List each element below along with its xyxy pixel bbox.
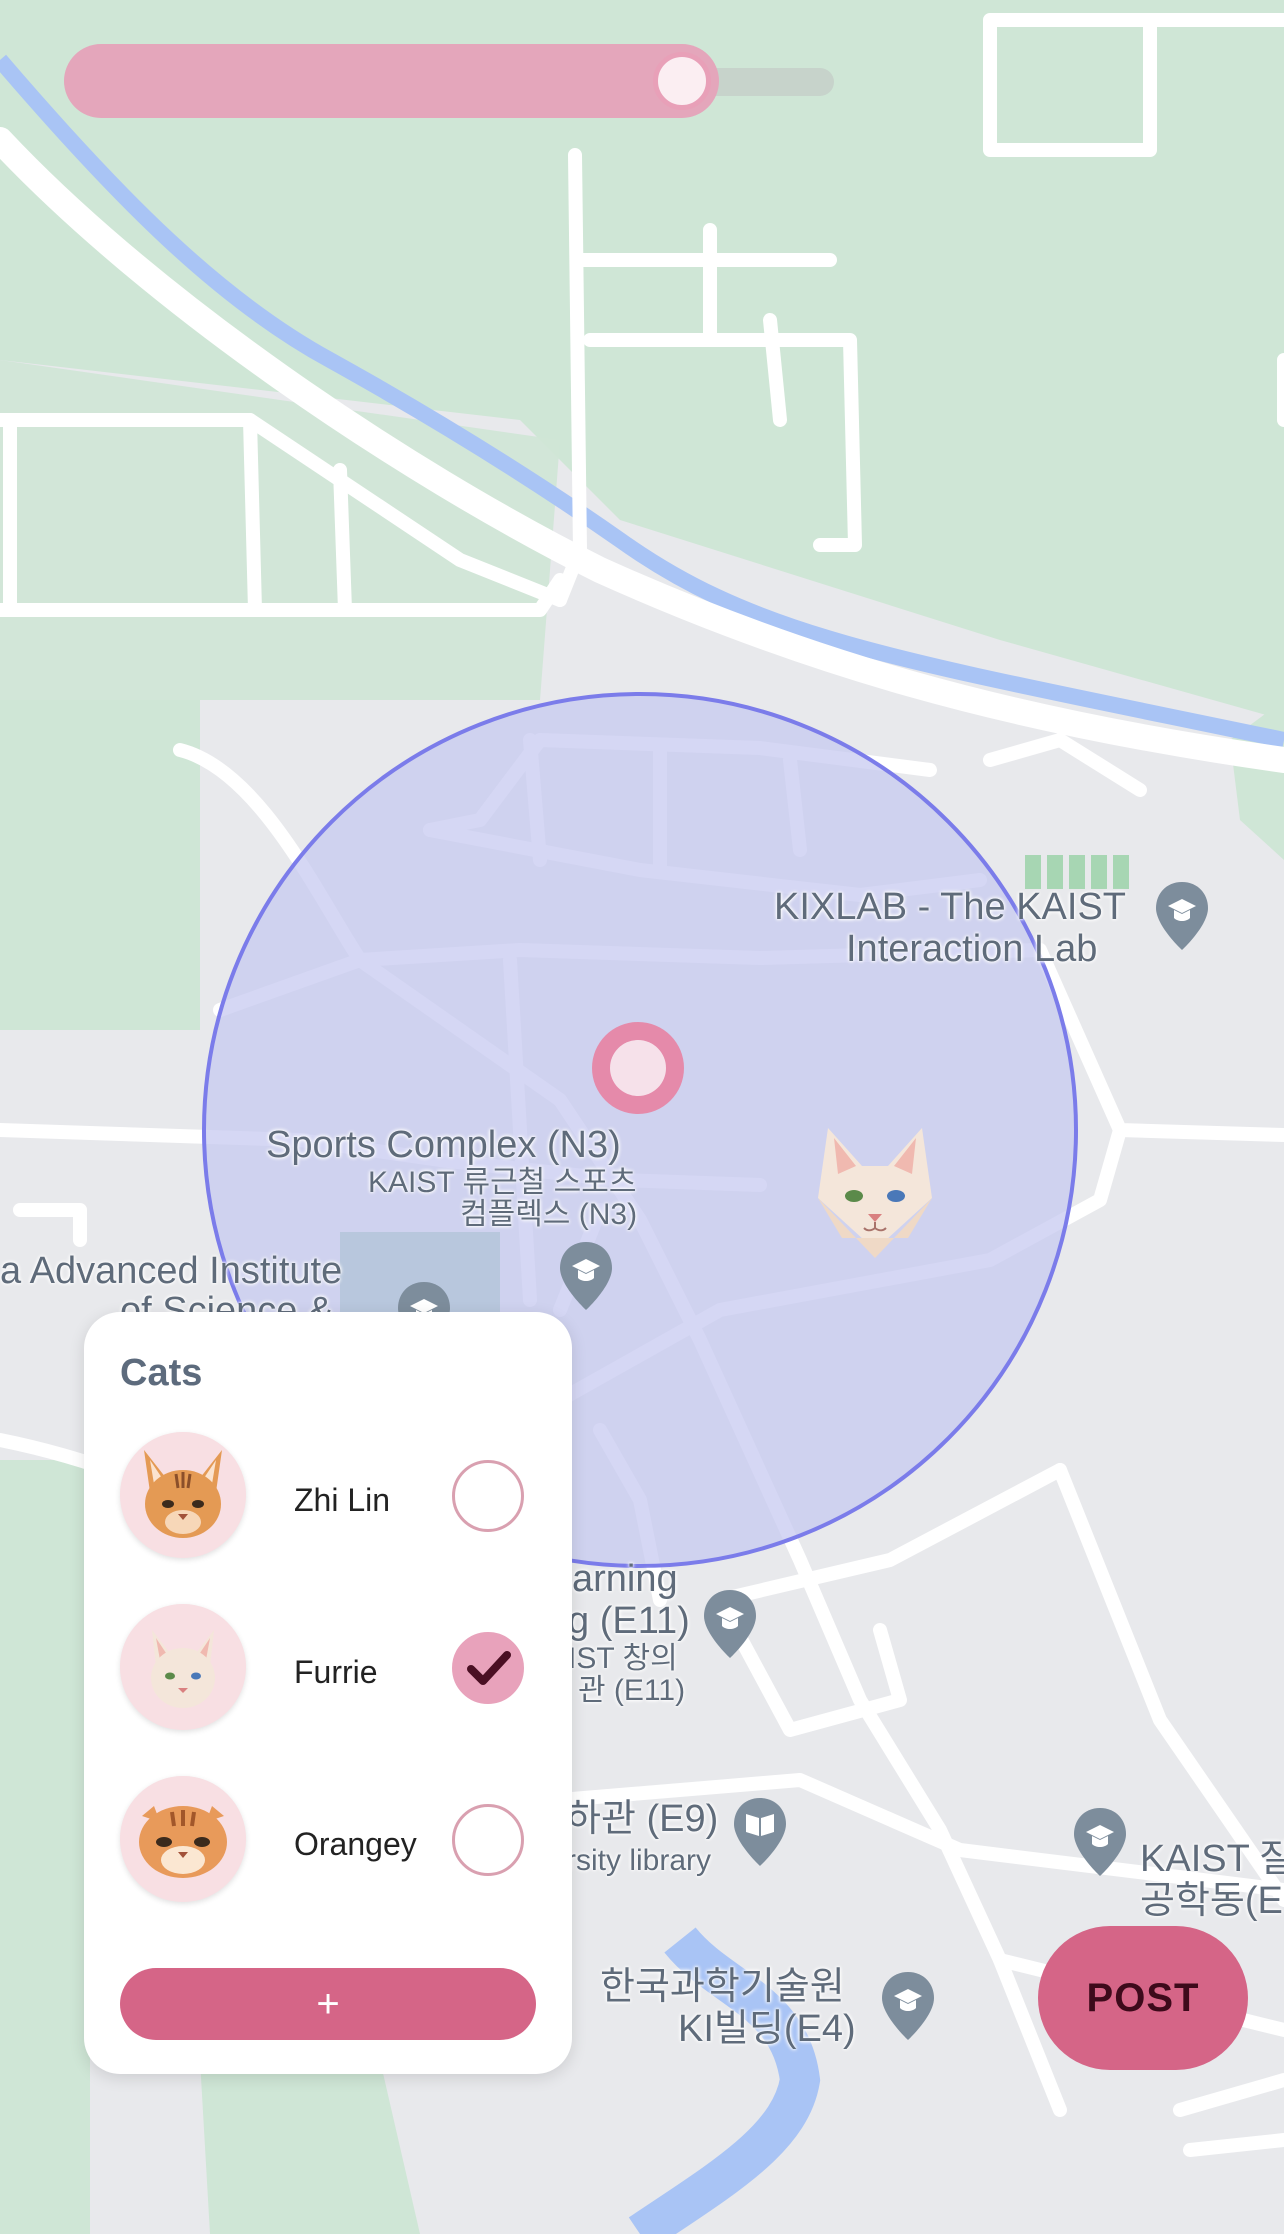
poi-label-e4-sub: KI빌딩(E4) <box>678 2008 856 2050</box>
cat-name: Furrie <box>294 1654 378 1690</box>
poi-label-institute: a Advanced Institute <box>0 1250 343 1292</box>
poi-label-kaist-eng-sub: 공학동(E <box>1140 1880 1283 1922</box>
cat-white-icon <box>120 1604 246 1730</box>
poi-label-sports-ko: KAIST 류근철 스포츠 <box>368 1166 637 1199</box>
poi-label-e4: 한국과학기술원 <box>600 1966 845 2008</box>
cat-select-checkbox[interactable] <box>452 1804 524 1876</box>
school-pin-icon[interactable] <box>558 1240 614 1312</box>
cat-name: Zhi Lin <box>294 1482 391 1518</box>
cats-panel-title: Cats <box>120 1352 203 1394</box>
poi-label-e11-sub: g (E11) <box>568 1600 690 1642</box>
cat-row-orangey[interactable]: Orangey <box>120 1776 540 1906</box>
poi-label-sports-ko2: 컴플렉스 (N3) <box>460 1198 638 1231</box>
poi-label-e9-sub: rsity library <box>566 1844 712 1877</box>
school-pin-icon[interactable] <box>880 1970 936 2042</box>
poi-label-kixlab: KIXLAB - The KAIST <box>774 886 1127 928</box>
cat-avatar <box>120 1432 246 1558</box>
poi-label-e9: 하관 (E9) <box>566 1798 719 1840</box>
cats-panel: Cats Zhi Lin Furrie Orangey + <box>84 1312 572 2074</box>
school-pin-icon[interactable] <box>1072 1806 1128 1878</box>
cat-abyssinian-icon <box>120 1432 246 1558</box>
cat-avatar <box>120 1604 246 1730</box>
poi-label-e11: arning <box>572 1558 678 1600</box>
poi-label-e11-ko: IST 창의 <box>568 1642 678 1675</box>
library-pin-icon[interactable] <box>732 1796 788 1868</box>
post-button[interactable]: POST <box>1038 1926 1248 2070</box>
cat-select-checkbox[interactable] <box>452 1460 524 1532</box>
school-pin-icon[interactable] <box>1154 880 1210 952</box>
poi-label-kaist-eng: KAIST 잘 <box>1140 1838 1284 1880</box>
poi-label-sports: Sports Complex (N3) <box>266 1124 621 1166</box>
location-marker-icon <box>592 1022 684 1114</box>
cat-row-zhi-lin[interactable]: Zhi Lin <box>120 1432 540 1562</box>
school-pin-icon[interactable] <box>702 1588 758 1660</box>
add-cat-button[interactable]: + <box>120 1968 536 2040</box>
cat-orange-icon <box>120 1776 246 1902</box>
radius-slider[interactable] <box>64 44 834 118</box>
slider-thumb[interactable] <box>653 52 711 110</box>
poi-label-kixlab-sub: Interaction Lab <box>846 928 1098 970</box>
cat-marker-icon[interactable] <box>808 1118 942 1258</box>
checkmark-icon <box>467 1651 511 1685</box>
poi-label-e11-ko2: 관 (E11) <box>578 1674 686 1707</box>
cat-name: Orangey <box>294 1826 417 1862</box>
cat-avatar <box>120 1776 246 1902</box>
cat-select-checkbox-checked[interactable] <box>452 1632 524 1704</box>
cat-row-furrie[interactable]: Furrie <box>120 1604 540 1734</box>
slider-fill <box>64 44 719 118</box>
